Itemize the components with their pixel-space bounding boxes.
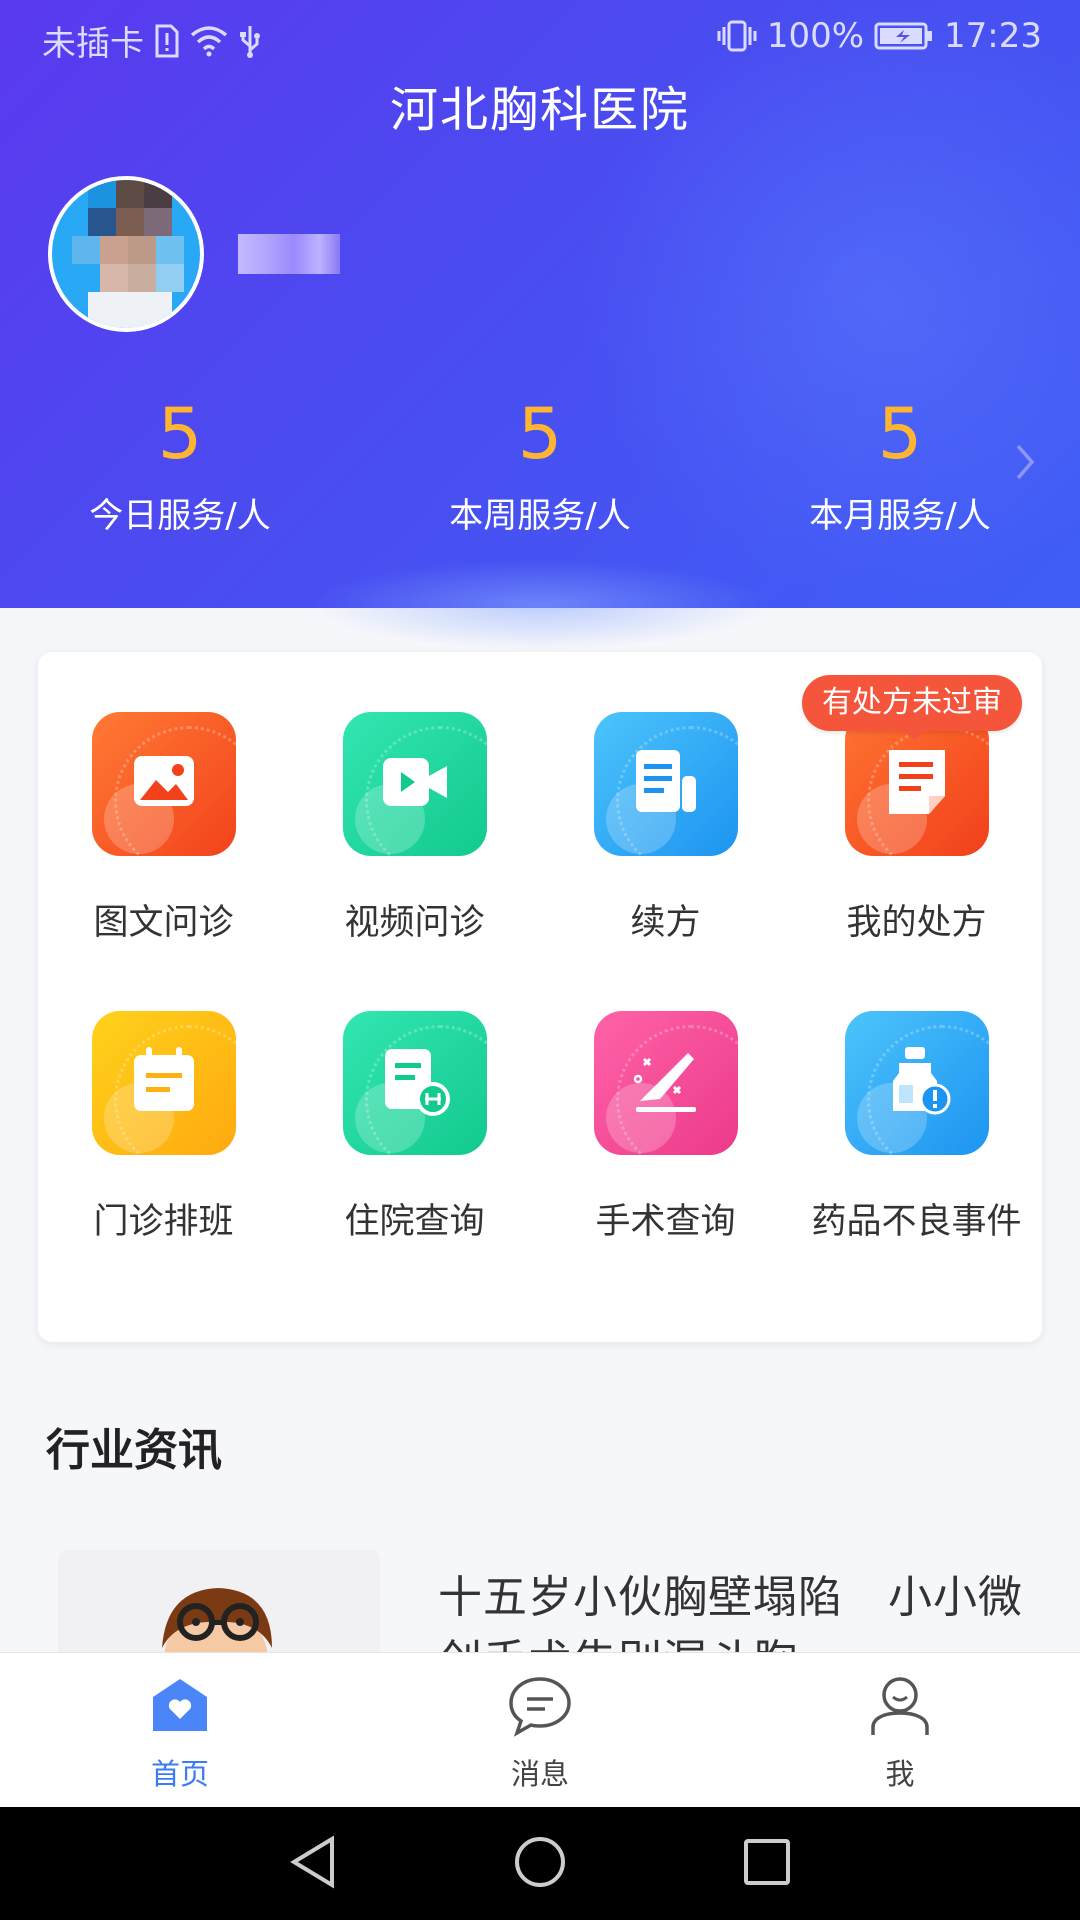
func-label: 药品不良事件 [811,1202,1022,1242]
func-video-consult[interactable]: 视频问诊 [289,712,540,945]
news-thumbnail [58,1550,380,1652]
user-name-blurred [238,234,340,274]
inpatient-query-icon [342,1011,487,1155]
tab-home[interactable]: 首页 [0,1653,360,1807]
stat-today[interactable]: 5 今日服务/人 [0,392,360,537]
schedule-icon [91,1011,236,1155]
stat-today-label: 今日服务/人 [89,496,271,536]
tab-profile-label: 我 [885,1757,915,1791]
func-image-consult[interactable]: 图文问诊 [38,712,289,945]
service-stats: 5 今日服务/人 5 本周服务/人 5 本月服务/人 [0,392,1080,537]
home-circle-icon[interactable] [513,1835,567,1893]
bottom-tab-bar: 首页 消息 我 [0,1652,1080,1807]
page: 未插卡 100% 17:23 河北胸科医院 5 今日服务/人 5 本周服务/人 … [0,0,1080,1920]
func-label: 续方 [630,903,701,943]
renew-prescription-icon [593,712,738,856]
prescription-pending-badge: 有处方未过审 [802,675,1022,731]
func-label: 视频问诊 [344,903,485,943]
battery-percent: 100% [766,16,865,56]
chevron-right-icon[interactable] [1014,442,1038,486]
function-card: 图文问诊 视频问诊 续方 我的处方 门诊排班 住院查询 手术查询 药品不良事件 [38,652,1042,1342]
func-surgery-query[interactable]: 手术查询 [540,1011,791,1244]
header: 未插卡 100% 17:23 河北胸科医院 5 今日服务/人 5 本周服务/人 … [0,0,1080,650]
badge-pointer [905,729,925,741]
func-label: 门诊排班 [93,1202,234,1242]
stat-week[interactable]: 5 本周服务/人 [360,392,720,537]
home-icon [149,1675,211,1741]
battery-icon [874,21,934,51]
news-title: 十五岁小伙胸壁塌陷 小小微创手术告别漏斗胸 [438,1572,1023,1652]
func-label: 图文问诊 [93,903,234,943]
tab-messages[interactable]: 消息 [360,1653,720,1807]
vibrate-icon [717,19,757,53]
drug-adverse-event-icon [844,1011,989,1155]
stat-today-value: 5 [157,393,203,475]
surgery-query-icon [593,1011,738,1155]
func-my-prescription[interactable]: 我的处方 [791,712,1042,945]
tab-messages-label: 消息 [510,1757,569,1791]
hospital-title: 河北胸科医院 [389,82,690,138]
function-grid: 图文问诊 视频问诊 续方 我的处方 门诊排班 住院查询 手术查询 药品不良事件 [38,712,1042,1244]
sim-alert-icon [154,24,180,58]
func-label: 手术查询 [595,1202,736,1242]
profile-icon [867,1675,933,1741]
stat-week-label: 本周服务/人 [449,496,631,536]
stat-week-value: 5 [517,393,563,475]
news-item[interactable]: 十五岁小伙胸壁塌陷 小小微创手术告别漏斗胸 [58,1550,1058,1652]
cartoon-doctor-image [162,1588,272,1652]
wifi-icon [190,25,228,57]
func-schedule[interactable]: 门诊排班 [38,1011,289,1244]
func-label: 我的处方 [846,903,987,943]
status-bar: 未插卡 100% 17:23 [0,0,1080,76]
video-consult-icon [342,712,487,856]
stat-month-label: 本月服务/人 [809,496,991,536]
usb-icon [238,24,262,58]
avatar[interactable] [48,176,204,332]
carrier-text: 未插卡 [42,24,144,64]
recents-icon[interactable] [742,1837,792,1891]
system-nav-bar [0,1807,1080,1920]
image-consult-icon [91,712,236,856]
func-inpatient-query[interactable]: 住院查询 [289,1011,540,1244]
tab-home-label: 首页 [150,1757,209,1791]
section-title-industry-news: 行业资讯 [46,1425,222,1476]
message-icon [507,1675,573,1741]
header-glow [310,560,770,650]
func-renew-prescription[interactable]: 续方 [540,712,791,945]
tab-profile[interactable]: 我 [720,1653,1080,1807]
clock: 17:23 [944,16,1042,56]
back-icon[interactable] [288,1834,338,1893]
func-label: 住院查询 [344,1202,485,1242]
func-drug-adverse-event[interactable]: 药品不良事件 [791,1011,1042,1244]
